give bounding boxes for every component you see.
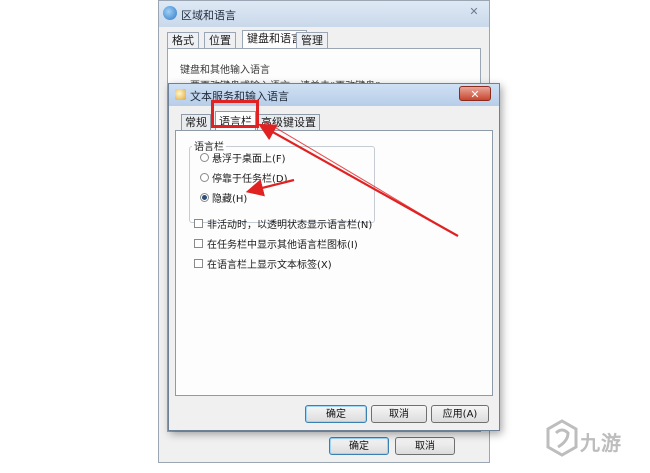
arrow-to-tab-secondary <box>265 121 457 236</box>
annotation-arrows <box>245 121 459 237</box>
nine-game-logo-icon <box>546 419 578 457</box>
watermark-text: 九游 <box>580 431 622 455</box>
watermark-logo: 九游 <box>542 415 642 465</box>
arrow-to-hidden-option <box>245 178 295 197</box>
